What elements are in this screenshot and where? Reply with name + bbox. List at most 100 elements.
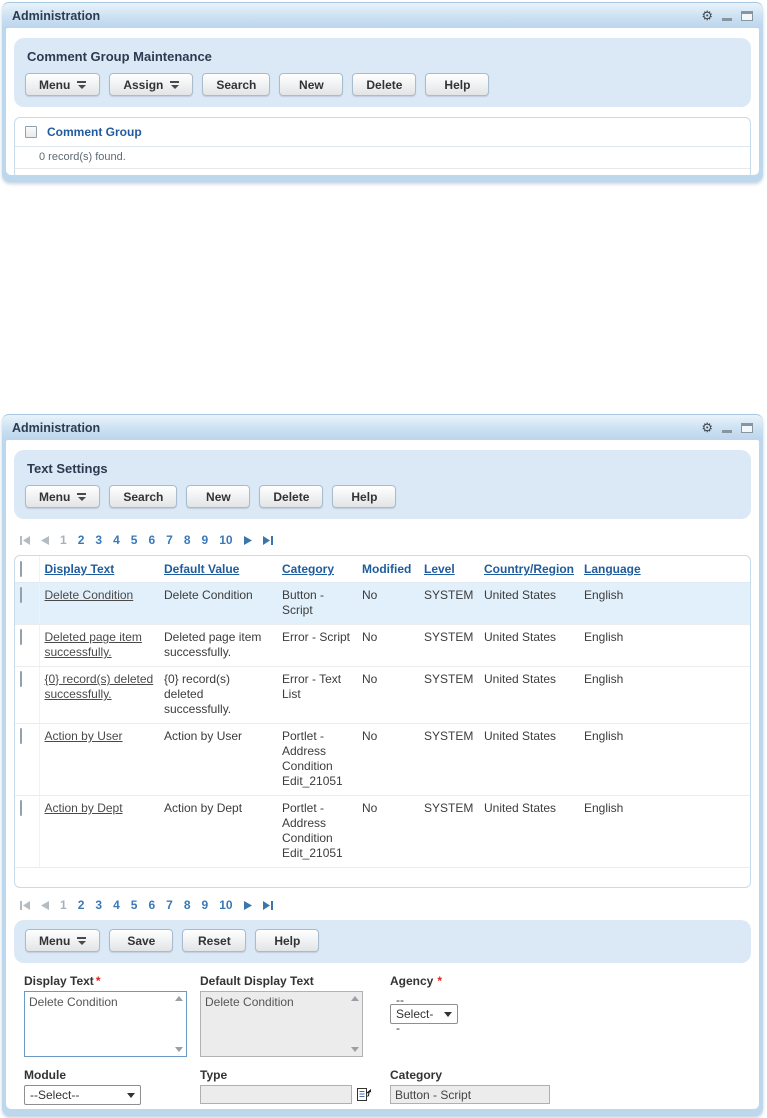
maximize-icon[interactable] (741, 10, 753, 21)
type-lookup-icon[interactable] (356, 1087, 372, 1103)
menu-dropdown-icon (77, 937, 86, 945)
comment-group-column-header[interactable]: Comment Group (47, 125, 142, 139)
textarea-scrollbar[interactable] (349, 994, 360, 1054)
save-button[interactable]: Save (109, 929, 174, 952)
page-number[interactable]: 6 (148, 898, 155, 912)
first-page-icon[interactable] (20, 535, 30, 545)
column-header-default-value[interactable]: Default Value (159, 556, 277, 583)
page-number[interactable]: 4 (113, 898, 120, 912)
first-page-icon[interactable] (20, 900, 30, 910)
help-button[interactable]: Help (255, 929, 320, 952)
row-checkbox[interactable] (20, 671, 22, 687)
table-row[interactable]: {0} record(s) deleted successfully. {0} … (15, 666, 750, 724)
page-number[interactable]: 9 (202, 533, 209, 547)
menu-dropdown-icon (77, 81, 86, 89)
table-row[interactable]: Action by User Action by User Portlet - … (15, 723, 750, 796)
select-all-checkbox[interactable] (20, 561, 22, 577)
display-text-link[interactable]: Deleted page item successfully. (45, 630, 142, 659)
default-value-cell: Deleted page item successfully. (159, 624, 277, 667)
default-value-cell: {0} record(s) deleted successfully. (159, 666, 277, 724)
category-input[interactable] (390, 1085, 550, 1104)
reset-button[interactable]: Reset (182, 929, 247, 952)
table-row[interactable]: Deleted page item successfully. Deleted … (15, 624, 750, 667)
minimize-icon[interactable] (722, 18, 732, 21)
new-button[interactable]: New (186, 485, 251, 508)
help-button[interactable]: Help (332, 485, 397, 508)
language-cell: English (579, 723, 750, 796)
column-header-display-text[interactable]: Display Text (39, 556, 159, 583)
agency-select[interactable]: --Select-- (390, 993, 458, 1035)
column-header-country-region[interactable]: Country/Region (479, 556, 579, 583)
page-number[interactable]: 8 (184, 533, 191, 547)
new-button[interactable]: New (279, 73, 344, 96)
search-button[interactable]: Search (109, 485, 178, 508)
window-comment-group: Administration ⚙ Comment Group Maintenan… (2, 2, 763, 182)
help-button[interactable]: Help (425, 73, 490, 96)
page-number[interactable]: 6 (148, 533, 155, 547)
window-text-settings: Administration ⚙ Text Settings Menu Sear… (2, 414, 763, 1116)
display-text-link[interactable]: Action by User (45, 729, 123, 743)
next-page-icon[interactable] (243, 535, 252, 545)
display-text-link[interactable]: {0} record(s) deleted successfully. (45, 672, 154, 701)
prev-page-icon[interactable] (41, 535, 49, 545)
search-button[interactable]: Search (202, 73, 271, 96)
page-number[interactable]: 10 (219, 533, 232, 547)
level-cell: SYSTEM (419, 624, 479, 667)
type-label: Type (200, 1068, 228, 1082)
page-number[interactable]: 2 (78, 533, 85, 547)
menu-button[interactable]: Menu (25, 73, 101, 96)
assign-button[interactable]: Assign (109, 73, 194, 96)
menu-button[interactable]: Menu (25, 929, 101, 952)
display-text-link[interactable]: Delete Condition (45, 588, 134, 602)
column-header-level[interactable]: Level (419, 556, 479, 583)
last-page-icon[interactable] (262, 900, 273, 910)
row-checkbox[interactable] (20, 800, 22, 816)
page-number[interactable]: 10 (219, 898, 232, 912)
category-cell: Portlet - Address Condition Edit_21051 (277, 795, 357, 868)
default-display-text-textarea[interactable]: Delete Condition (201, 992, 349, 1054)
row-checkbox[interactable] (20, 629, 22, 645)
prev-page-icon[interactable] (41, 900, 49, 910)
type-input[interactable] (200, 1085, 352, 1104)
page-number[interactable]: 9 (202, 898, 209, 912)
table-row[interactable]: Action by Dept Action by Dept Portlet - … (15, 795, 750, 868)
delete-button[interactable]: Delete (259, 485, 324, 508)
titlebar[interactable]: Administration ⚙ (2, 414, 763, 440)
minimize-icon[interactable] (722, 430, 732, 433)
display-text-link[interactable]: Action by Dept (45, 801, 123, 815)
default-value-cell: Delete Condition (159, 582, 277, 625)
page-number-current: 1 (60, 533, 67, 547)
settings-icon[interactable]: ⚙ (701, 421, 713, 434)
menu-button[interactable]: Menu (25, 485, 101, 508)
default-value-cell: Action by Dept (159, 795, 277, 868)
maximize-icon[interactable] (741, 422, 753, 433)
module-select[interactable]: --Select-- (24, 1085, 141, 1105)
column-header-category[interactable]: Category (277, 556, 357, 583)
last-page-icon[interactable] (262, 535, 273, 545)
page-number[interactable]: 8 (184, 898, 191, 912)
select-all-checkbox[interactable] (25, 126, 37, 138)
textarea-scrollbar[interactable] (173, 994, 184, 1054)
delete-button[interactable]: Delete (352, 73, 417, 96)
page-number[interactable]: 5 (131, 898, 138, 912)
page-number[interactable]: 2 (78, 898, 85, 912)
column-header-language[interactable]: Language (579, 556, 750, 583)
page-number[interactable]: 7 (166, 533, 173, 547)
display-text-textarea[interactable]: Delete Condition (25, 992, 173, 1054)
page-number[interactable]: 3 (95, 898, 102, 912)
row-checkbox[interactable] (20, 728, 22, 744)
next-page-icon[interactable] (243, 900, 252, 910)
required-marker: * (437, 974, 443, 988)
settings-icon[interactable]: ⚙ (701, 9, 713, 22)
text-settings-form: Display Text * Delete Condition Default D… (14, 963, 751, 1109)
category-field: Category (390, 1068, 743, 1105)
page-number[interactable]: 5 (131, 533, 138, 547)
table-row[interactable]: Delete Condition Delete Condition Button… (15, 582, 750, 625)
page-number[interactable]: 3 (95, 533, 102, 547)
page-number[interactable]: 7 (166, 898, 173, 912)
chevron-down-icon (127, 1092, 135, 1098)
titlebar[interactable]: Administration ⚙ (2, 2, 763, 28)
display-text-field: Display Text * Delete Condition (24, 974, 200, 1057)
row-checkbox[interactable] (20, 587, 22, 603)
page-number[interactable]: 4 (113, 533, 120, 547)
